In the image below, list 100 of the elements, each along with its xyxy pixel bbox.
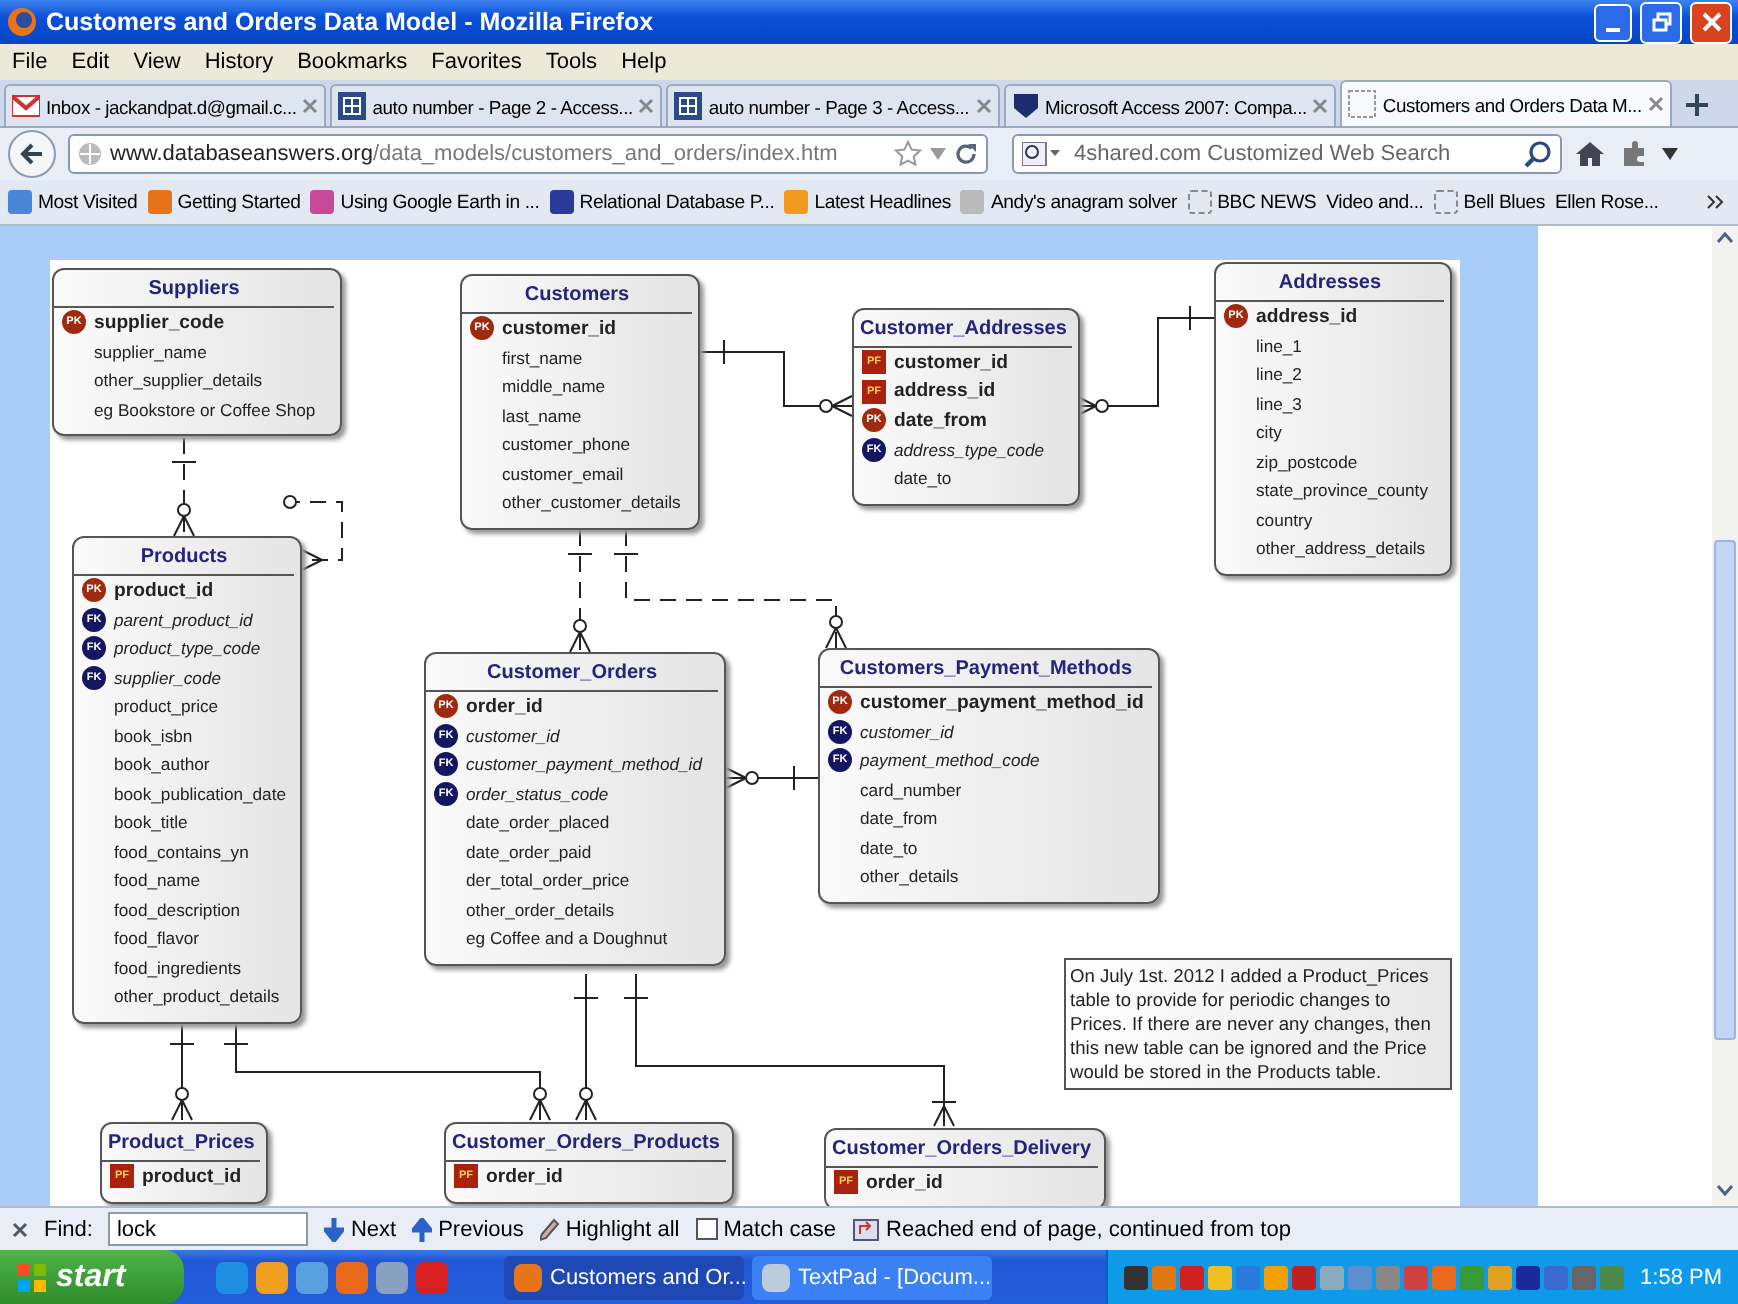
close-icon[interactable] [638, 98, 655, 114]
tray-icon[interactable] [1572, 1265, 1597, 1289]
restore-button[interactable] [1640, 1, 1682, 43]
bookmark-link[interactable]: Relational Database P... [579, 191, 775, 213]
menu-item[interactable]: Favorites [431, 50, 522, 74]
attribute-name: date_to [860, 837, 918, 858]
star-icon[interactable] [894, 140, 922, 168]
quick-launch-icon[interactable] [216, 1261, 248, 1293]
url-text: www.databaseanswers.org/data_models/customers_and_orders/index.htm [110, 142, 840, 166]
close-icon [1701, 12, 1721, 32]
attribute-name: country [1256, 509, 1313, 530]
close-icon[interactable] [12, 1221, 28, 1237]
close-icon[interactable] [1312, 98, 1329, 114]
entity-title: Addresses [1216, 264, 1444, 302]
tray-icon[interactable] [1208, 1265, 1233, 1289]
chevron-icon[interactable] [1706, 194, 1726, 210]
bookmark-link[interactable]: Using Google Earth in ... [340, 191, 540, 213]
bookmark-link[interactable]: Latest Headlines [814, 191, 951, 213]
taskbar-button[interactable]: Customers and Or... [504, 1255, 744, 1299]
bookmark-link[interactable]: Bell Blues [1463, 191, 1545, 213]
scrollbar[interactable] [1712, 226, 1738, 1206]
reload-icon[interactable] [954, 142, 978, 166]
quick-launch-icon[interactable] [336, 1261, 368, 1293]
quick-launch-icon[interactable] [376, 1261, 408, 1293]
tray-icon[interactable] [1124, 1265, 1149, 1289]
close-icon[interactable] [1647, 96, 1664, 112]
dropdown-icon[interactable] [1662, 148, 1678, 160]
search-input[interactable]: 4shared.com Customized Web Search [1070, 140, 1516, 168]
attribute-name: order_id [466, 695, 543, 718]
previous-button[interactable]: Previous [412, 1217, 524, 1241]
entity-title: Customers [462, 276, 692, 314]
bookmark-link[interactable]: BBC NEWS [1217, 191, 1317, 213]
bookmark-link[interactable]: Most Visited [38, 191, 138, 213]
browser-tab[interactable]: Inbox - jackandpat.d@gmail.c... [4, 84, 327, 126]
attribute-name: order_id [866, 1171, 943, 1194]
attribute-name: date_order_paid [466, 841, 592, 862]
tray-icon[interactable] [1516, 1265, 1541, 1289]
tab-label: auto number - Page 3 - Access... [708, 95, 970, 117]
restore-icon [1651, 12, 1671, 32]
bookmark-link[interactable]: Getting Started [177, 191, 301, 213]
close-icon[interactable] [302, 98, 319, 114]
attribute-name: customer_id [860, 721, 954, 742]
find-field[interactable]: lock [108, 1212, 309, 1246]
search-icon[interactable] [1524, 140, 1552, 168]
attribute-name: payment_method_code [860, 750, 1040, 771]
attribute-name: line_2 [1256, 364, 1302, 385]
attribute-name: middle_name [502, 376, 606, 397]
quick-launch-icon[interactable] [296, 1261, 328, 1293]
bookmark-link[interactable]: Andy's anagram solver [990, 191, 1178, 213]
bookmark-link[interactable]: Ellen Rose... [1554, 191, 1659, 213]
attribute-name: customer_payment_method_id [466, 754, 702, 775]
back-button[interactable] [8, 130, 56, 178]
menu-item[interactable]: Bookmarks [297, 50, 408, 74]
attribute-name: eg Bookstore or Coffee Shop [94, 399, 316, 420]
attribute-name: line_3 [1256, 393, 1302, 414]
minimize-button[interactable] [1594, 3, 1632, 41]
menu-item[interactable]: History [204, 50, 274, 74]
attribute-name: book_title [114, 812, 188, 833]
tray-icon[interactable] [1180, 1265, 1205, 1289]
next-button[interactable]: Next [324, 1217, 397, 1241]
blank-page-icon [1187, 190, 1212, 214]
attribute-name: customer_email [502, 463, 624, 484]
taskbar-button[interactable]: TextPad - [Docum... [752, 1255, 992, 1299]
browser-tab[interactable]: Customers and Orders Data M... [1340, 80, 1672, 126]
attribute-name: other_supplier_details [94, 370, 263, 391]
browser-tab[interactable]: Microsoft Access 2007: Compa... [1003, 84, 1337, 126]
attribute-name: other_details [860, 866, 959, 887]
home-icon[interactable] [1574, 140, 1606, 168]
relationship-line [283, 495, 343, 571]
search-field[interactable]: 4shared.com Customized Web Search [1012, 134, 1562, 174]
highlight-button[interactable]: Highlight all [539, 1217, 680, 1241]
blank-page-icon [1348, 90, 1377, 118]
entity-title: Product_Prices [102, 1124, 261, 1162]
menu-item[interactable]: Help [621, 50, 667, 74]
puzzle-icon[interactable] [1618, 140, 1650, 168]
attribute-name: product_type_code [114, 638, 261, 659]
attribute-name: date_to [894, 468, 952, 489]
attribute-name: customer_id [894, 351, 1009, 374]
entity-title: Customer_Orders_Delivery [826, 1130, 1098, 1168]
attribute-name: supplier_name [94, 341, 207, 362]
quick-launch-icon[interactable] [256, 1261, 288, 1293]
attribute-name: eg Coffee and a Doughnut [466, 928, 668, 949]
menu-item[interactable]: Tools [545, 50, 598, 74]
tab-label: Inbox - jackandpat.d@gmail.c... [46, 95, 297, 117]
attribute-name: date_from [860, 808, 938, 829]
close-icon[interactable] [975, 98, 992, 114]
window-title: Customers and Orders Data Model - Mozilla Firefox [46, 8, 656, 36]
bookmark-link[interactable]: Video and... [1326, 191, 1424, 213]
browser-tab[interactable]: auto number - Page 2 - Access... [330, 84, 663, 126]
menu-item[interactable]: Edit [71, 50, 110, 74]
browser-tab[interactable]: auto number - Page 3 - Access... [666, 84, 1000, 126]
attribute-name: book_isbn [114, 725, 193, 746]
close-button[interactable] [1690, 1, 1732, 43]
match-case-checkbox[interactable] [695, 1218, 718, 1240]
address-field[interactable]: www.databaseanswers.org/data_models/customers_and_orders/index.htm [68, 134, 988, 174]
relationship-line [1075, 305, 1215, 417]
menu-item[interactable]: File [12, 50, 48, 74]
attribute-name: food_contains_yn [114, 841, 249, 862]
tray-icon[interactable] [1292, 1265, 1317, 1289]
menu-item[interactable]: View [133, 50, 181, 74]
